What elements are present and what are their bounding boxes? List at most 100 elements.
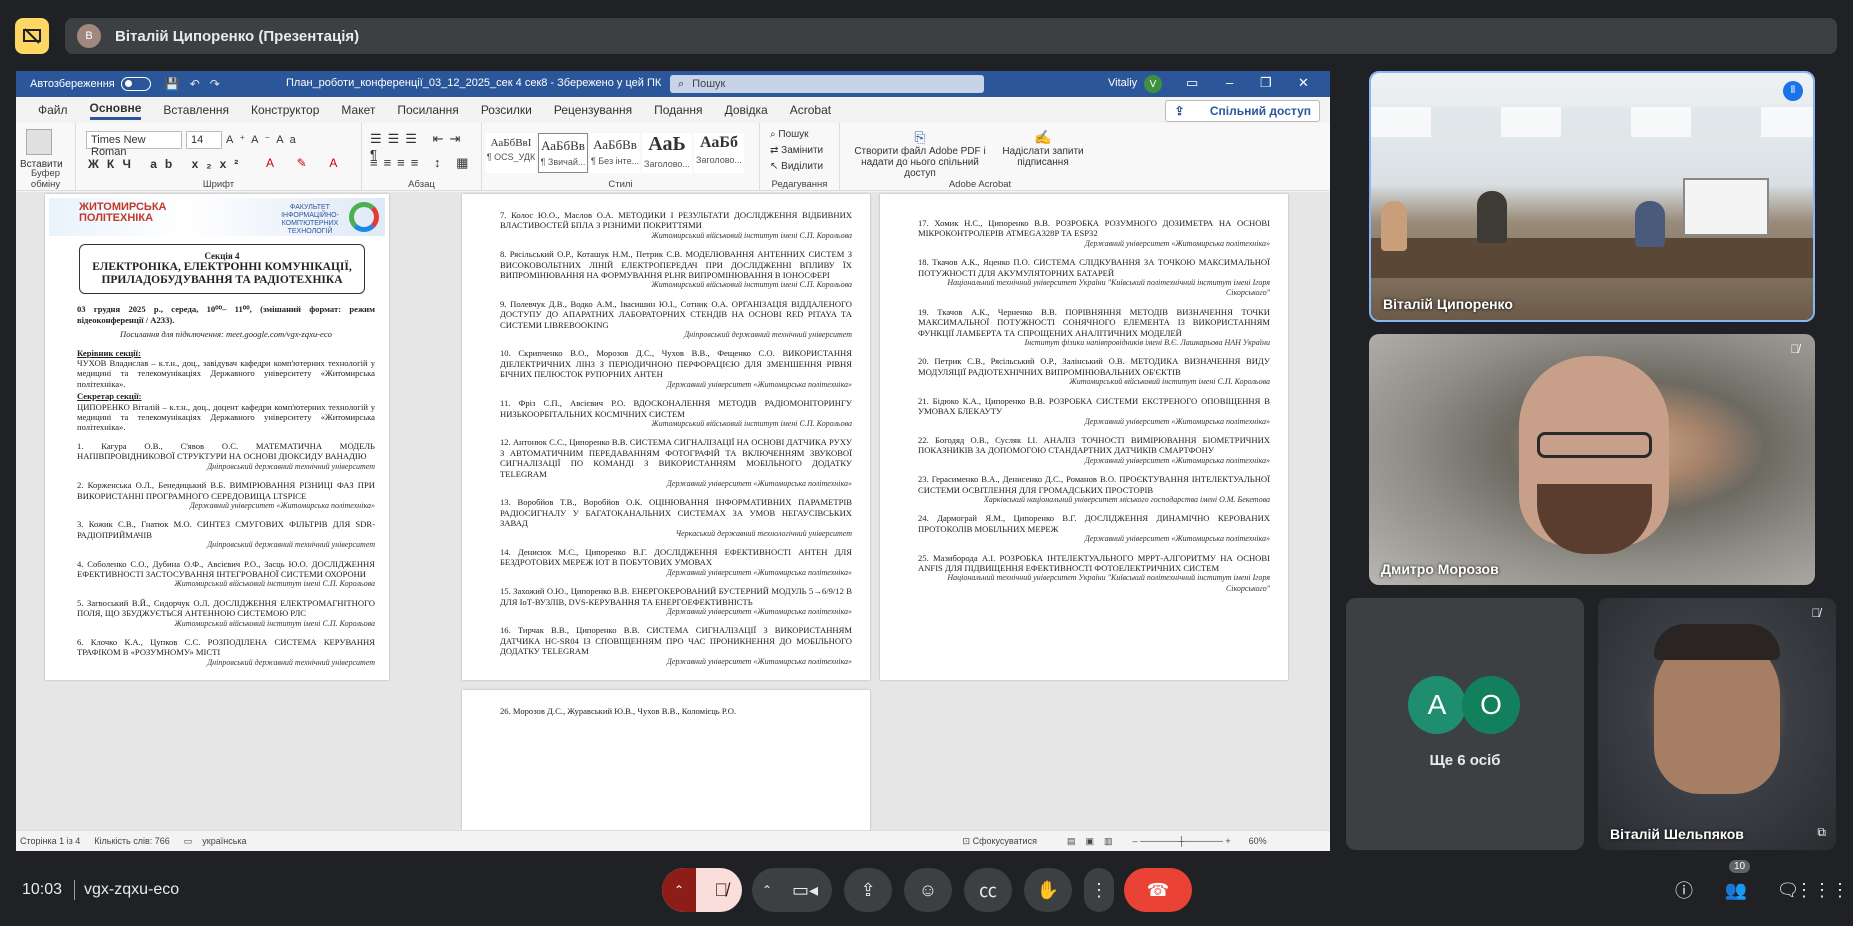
tab-mailings[interactable]: Розсилки (481, 103, 532, 117)
participant-tile-morozov[interactable]: 🎙̸ Дмитро Морозов (1369, 334, 1815, 585)
page-count[interactable]: Сторінка 1 із 4 (20, 836, 80, 846)
acrobat-label: Adobe Acrobat (948, 179, 1012, 190)
format-icons[interactable]: ЖКЧ ab x₂x² (88, 157, 246, 171)
color-icons[interactable]: A ✎ A (266, 156, 347, 170)
find-button[interactable]: ⌕ Пошук (770, 129, 809, 140)
restore-icon[interactable]: ❐ (1260, 75, 1272, 91)
clipboard-group: Вставити Буфер обміну (16, 123, 76, 191)
page-2: 7. Колос Ю.О., Маслов О.А. МЕТОДИКИ І РЕ… (462, 194, 870, 680)
paste-icon[interactable] (26, 129, 52, 155)
zoom-slider[interactable]: – ──────┼────── + (1132, 836, 1230, 846)
raise-hand-button[interactable]: ✋ (1024, 868, 1072, 912)
editing-label: Редагування (771, 179, 828, 190)
tab-home[interactable]: Основне (89, 101, 142, 120)
participant-tile-tsyporenko[interactable]: ⦀ Віталій Ципоренко (1369, 71, 1815, 322)
talk-affiliation: Харківський національний університет міс… (983, 494, 1270, 504)
ribbon-display-icon[interactable]: ▭ (1186, 75, 1198, 91)
pip-icon[interactable]: ⧉ (1817, 825, 1826, 840)
user-name[interactable]: Vitaliy (1108, 77, 1137, 89)
style-normal[interactable]: АаБбВв ¶ Звичай... (538, 133, 588, 173)
close-icon[interactable]: ✕ (1298, 75, 1309, 91)
create-pdf-button[interactable]: ⎘ Створити файл Adobe PDF і надати до ньо… (850, 129, 990, 179)
meeting-controls: 10:03 vgx-zqxu-eco ⌃ 🎙̸ ⌃ ▭◂ ⇪ ☺ ㏄ ✋ ⋮ ☎… (0, 862, 1853, 926)
present-button[interactable]: ⇪ (844, 868, 892, 912)
leave-call-button[interactable]: ☎ (1124, 868, 1192, 912)
talk-list: 1. Кагура О.В., С'явов О.С. МАТЕМАТИЧНА … (77, 441, 375, 668)
talk-affiliation: Дніпровський державний технічний універс… (207, 461, 375, 471)
language[interactable]: українська (202, 836, 246, 846)
audio-options-chevron-icon[interactable]: ⌃ (662, 868, 696, 912)
style-ocs-udk[interactable]: АаБбВвІ ¶ OCS_УДК (486, 133, 536, 173)
talk-item: 8. Рясільський О.Р., Коташук Н.М., Петри… (500, 249, 852, 291)
view-icons[interactable]: ▤▣▥ (1067, 836, 1123, 847)
present-screen-icon: ⇪ (860, 879, 876, 900)
font-size-icons[interactable]: A⁺A⁻Aa (226, 133, 302, 146)
style-heading1[interactable]: АаЬ Заголово... (642, 133, 692, 173)
word-search-box[interactable]: ⌕ Пошук (670, 75, 984, 93)
tab-acrobat[interactable]: Acrobat (790, 103, 831, 117)
talk-item: 3. Кожик С.В., Гнатюк М.О. СИНТЕЗ СМУГОВ… (77, 519, 375, 550)
focus-mode[interactable]: ⊡ Сфокусуватися (963, 836, 1037, 847)
talk-item: 4. Соболенко С.О., Дубина О.Ф., Авсієвич… (77, 559, 375, 590)
talk-item: 20. Петрик С.В., Рясільський О.Р., Залін… (918, 356, 1270, 387)
people-button[interactable]: 👥 (1722, 876, 1750, 904)
request-sign-button[interactable]: ✍ Надіслати запити підписання (998, 129, 1088, 168)
autosave-toggle[interactable] (120, 77, 151, 91)
mic-off-icon: 🎙̸ (1790, 342, 1800, 356)
info-icon: ⓘ (1675, 881, 1693, 901)
talk-affiliation: Черкаський державний технологічний уніве… (675, 528, 852, 538)
align-icons[interactable]: ≡≡≡≡ ↕ ▦ (370, 155, 474, 171)
document-area[interactable]: ЖИТОМИРСЬКА ПОЛІТЕХНІКА ФАКУЛЬТЕТ ІНФОРМ… (16, 192, 1330, 830)
presentation-banner: В Віталій Ципоренко (Презентація) (65, 18, 1837, 54)
tab-layout[interactable]: Макет (341, 103, 375, 117)
quick-access-icons[interactable]: 💾↶↷ (165, 77, 230, 91)
word-status-bar: Сторінка 1 із 4 Кількість слів: 766 ▭ ук… (16, 830, 1330, 851)
talk-title: 14. Денисюк М.С., Ципоренко В.Г. ДОСЛІДЖ… (500, 546, 852, 568)
user-avatar[interactable]: V (1144, 75, 1162, 93)
talk-item: 12. Антонюк С.С., Ципоренко В.В. СИСТЕМА… (500, 437, 852, 489)
talk-title: 24. Дармограй Я.М., Ципоренко В.Г. ДОСЛІ… (918, 513, 1270, 534)
styles-label: Стилі (608, 179, 633, 190)
font-size-select[interactable]: 14 (186, 131, 222, 149)
talk-title: 16. Тирчак В.В., Ципоренко В.В. СИСТЕМА … (500, 625, 852, 657)
camera-toggle-button[interactable]: ⌃ ▭◂ (752, 868, 832, 912)
tab-insert[interactable]: Вставлення (163, 103, 229, 117)
style-no-spacing[interactable]: АаБбВв ¶ Без інте... (590, 133, 640, 173)
mic-toggle-button[interactable]: ⌃ 🎙̸ (662, 868, 742, 912)
glasses (1537, 432, 1652, 458)
zoom-level[interactable]: 60% (1249, 836, 1267, 846)
faculty-logo: ФАКУЛЬТЕТ ІНФОРМАЦІЙНО-КОМП'ЮТЕРНИХ ТЕХН… (281, 204, 339, 235)
tab-file[interactable]: Файл (38, 103, 68, 117)
emoji-button[interactable]: ☺ (904, 868, 952, 912)
talk-title: 25. Мазибородa А.І. РОЗРОБКА ІНТЕЛЕКТУАЛ… (918, 552, 1270, 573)
style-heading2[interactable]: АаБб Заголово... (694, 133, 744, 173)
activities-button[interactable]: ⋮⋮⋮ (1795, 876, 1849, 904)
focus-label: Сфокусуватися (972, 835, 1037, 846)
talk-affiliation: Житомирський військовий інститут імені С… (174, 579, 375, 589)
tab-design[interactable]: Конструктор (251, 103, 319, 117)
minimize-icon[interactable]: – (1226, 75, 1233, 90)
video-options-chevron-icon[interactable]: ⌃ (762, 883, 772, 897)
word-count[interactable]: Кількість слів: 766 (94, 836, 169, 846)
meeting-info-button[interactable]: ⓘ (1670, 876, 1698, 904)
status-icon: ▭ (183, 835, 193, 846)
font-name-select[interactable]: Times New Roman (86, 131, 182, 158)
tab-references[interactable]: Посилання (397, 103, 458, 117)
present-off-icon[interactable] (15, 18, 49, 54)
select-button[interactable]: ↖ Виділити (770, 161, 823, 172)
captions-button[interactable]: ㏄ (964, 868, 1012, 912)
tab-view[interactable]: Подання (654, 103, 702, 117)
talk-item: 16. Тирчак В.В., Ципоренко В.В. СИСТЕМА … (500, 625, 852, 667)
tab-review[interactable]: Рецензування (554, 103, 632, 117)
talk-item: 17. Хомик Н.С., Ципоренко В.В. РОЗРОБКА … (918, 218, 1270, 249)
share-button[interactable]: ⇪ Спільний доступ (1165, 100, 1320, 122)
search-icon: ⌕ (678, 77, 685, 90)
replace-button[interactable]: ⇄ Замінити (770, 145, 823, 156)
hair (1654, 624, 1780, 660)
divider (74, 880, 75, 900)
leader-label: Керівник секції: (77, 347, 141, 358)
more-options-button[interactable]: ⋮ (1084, 868, 1114, 912)
others-tile[interactable]: А О Ще 6 осіб (1346, 598, 1584, 850)
participant-tile-shelpiakov[interactable]: 🎙̸ ⧉ Віталій Шельпяков (1598, 598, 1836, 850)
tab-help[interactable]: Довідка (725, 103, 768, 117)
